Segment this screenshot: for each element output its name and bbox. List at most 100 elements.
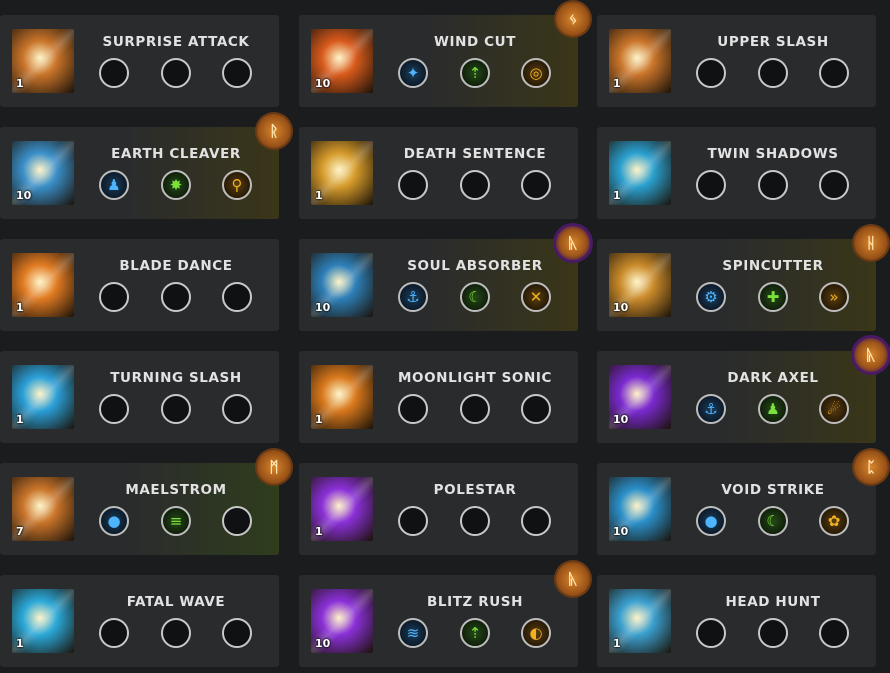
polestar-icon[interactable]: 1 <box>311 477 373 541</box>
tripod-glyph: ◐ <box>529 623 543 642</box>
fatal-wave-icon[interactable]: 1 <box>12 589 74 653</box>
skill-level: 10 <box>16 189 32 202</box>
skill-name: DARK AXEL <box>727 370 819 386</box>
tripod-empty-slot[interactable] <box>819 58 849 88</box>
tripod-empty-slot[interactable] <box>161 58 191 88</box>
skill-name: MOONLIGHT SONIC <box>397 370 553 386</box>
blitz-rush-icon[interactable]: 10 <box>311 589 373 653</box>
tripod-green-icon[interactable]: ☾ <box>758 506 788 536</box>
maelstrom-icon[interactable]: 7 <box>12 477 74 541</box>
tripod-gold-icon[interactable]: ☄ <box>819 394 849 424</box>
tripod-empty-slot[interactable] <box>222 58 252 88</box>
tripod-empty-slot[interactable] <box>819 618 849 648</box>
spincutter-icon[interactable]: 10 <box>609 253 671 317</box>
soul-absorber-icon[interactable]: 10 <box>311 253 373 317</box>
skill-level: 1 <box>315 413 323 426</box>
tripod-glyph: ⚲ <box>231 175 243 194</box>
tripod-gold-icon[interactable]: ⚲ <box>222 170 252 200</box>
rune-icon[interactable]: ᛗ <box>257 450 291 484</box>
tripod-empty-slot[interactable] <box>161 618 191 648</box>
tripod-green-icon[interactable]: ✚ <box>758 282 788 312</box>
rune-icon[interactable]: ᚺ <box>854 226 888 260</box>
skill-name: POLESTAR <box>433 482 517 498</box>
wind-cut-icon[interactable]: 10 <box>311 29 373 93</box>
tripod-green-icon[interactable]: ⇡ <box>460 58 490 88</box>
earth-cleaver-icon[interactable]: 10 <box>12 141 74 205</box>
twin-shadows-icon[interactable]: 1 <box>609 141 671 205</box>
tripod-empty-slot[interactable] <box>161 394 191 424</box>
tripod-blue-icon[interactable]: ⚓ <box>696 394 726 424</box>
tripod-blue-icon[interactable]: ♟ <box>99 170 129 200</box>
tripod-empty-slot[interactable] <box>222 618 252 648</box>
tripod-gold-icon[interactable]: ✕ <box>521 282 551 312</box>
tripod-empty-slot[interactable] <box>161 282 191 312</box>
surprise-attack-icon[interactable]: 1 <box>12 29 74 93</box>
tripod-empty-slot[interactable] <box>521 506 551 536</box>
tripod-gold-icon[interactable]: ◐ <box>521 618 551 648</box>
tripod-empty-slot[interactable] <box>99 394 129 424</box>
void-strike-icon[interactable]: 10 <box>609 477 671 541</box>
skill-card: 10 SOUL ABSORBER ⚓ ☾ ✕ ᚣ <box>299 226 590 331</box>
tripod-gold-icon[interactable]: ✿ <box>819 506 849 536</box>
tripod-empty-slot[interactable] <box>99 618 129 648</box>
tripod-empty-slot[interactable] <box>99 282 129 312</box>
tripod-green-icon[interactable]: ⇡ <box>460 618 490 648</box>
tripod-empty-slot[interactable] <box>819 170 849 200</box>
tripod-blue-icon[interactable]: ⚙ <box>696 282 726 312</box>
rune-icon[interactable]: ᚱ <box>257 114 291 148</box>
tripod-blue-icon[interactable]: ● <box>99 506 129 536</box>
tripod-empty-slot[interactable] <box>99 58 129 88</box>
tripod-empty-slot[interactable] <box>460 506 490 536</box>
tripod-gold-icon[interactable]: ◎ <box>521 58 551 88</box>
rune-icon[interactable]: ᛈ <box>854 450 888 484</box>
rune-icon[interactable]: ᚣ <box>556 226 590 260</box>
blade-dance-icon[interactable]: 1 <box>12 253 74 317</box>
tripod-empty-slot[interactable] <box>460 170 490 200</box>
skill-level: 1 <box>16 77 24 90</box>
tripod-empty-slot[interactable] <box>758 58 788 88</box>
tripod-blue-icon[interactable]: ≋ <box>398 618 428 648</box>
tripod-empty-slot[interactable] <box>758 170 788 200</box>
rune-icon[interactable]: ᚣ <box>556 562 590 596</box>
tripod-green-icon[interactable]: ≡ <box>161 506 191 536</box>
tripod-empty-slot[interactable] <box>696 58 726 88</box>
tripod-empty-slot[interactable] <box>398 170 428 200</box>
upper-slash-icon[interactable]: 1 <box>609 29 671 93</box>
tripod-empty-slot[interactable] <box>696 618 726 648</box>
tripod-glyph: ⇡ <box>468 623 482 642</box>
death-sentence-icon[interactable]: 1 <box>311 141 373 205</box>
tripod-green-icon[interactable]: ♟ <box>758 394 788 424</box>
skill-card: 1 HEAD HUNT <box>597 575 876 667</box>
tripod-glyph: ♟ <box>766 399 780 418</box>
skill-card: 1 MOONLIGHT SONIC <box>299 351 578 443</box>
tripod-blue-icon[interactable]: ✦ <box>398 58 428 88</box>
tripod-empty-slot[interactable] <box>521 170 551 200</box>
tripod-empty-slot[interactable] <box>398 394 428 424</box>
tripod-empty-slot[interactable] <box>521 394 551 424</box>
rune-icon[interactable]: ᚣ <box>854 338 888 372</box>
skill-card: 7 MAELSTROM ● ≡ ᛗ <box>0 450 291 555</box>
tripod-empty-slot[interactable] <box>696 170 726 200</box>
tripod-gold-icon[interactable]: » <box>819 282 849 312</box>
tripod-empty-slot[interactable] <box>222 506 252 536</box>
turning-slash-icon[interactable]: 1 <box>12 365 74 429</box>
tripod-blue-icon[interactable]: ⚓ <box>398 282 428 312</box>
tripod-empty-slot[interactable] <box>222 394 252 424</box>
tripod-empty-slot[interactable] <box>460 394 490 424</box>
skill-name: UPPER SLASH <box>717 34 829 50</box>
tripod-blue-icon[interactable]: ● <box>696 506 726 536</box>
tripod-green-icon[interactable]: ✸ <box>161 170 191 200</box>
head-hunt-icon[interactable]: 1 <box>609 589 671 653</box>
skill-card: 1 TURNING SLASH <box>0 351 279 443</box>
skill-name: BLITZ RUSH <box>427 594 523 610</box>
tripod-empty-slot[interactable] <box>398 506 428 536</box>
tripod-empty-slot[interactable] <box>222 282 252 312</box>
skill-level: 10 <box>315 301 331 314</box>
dark-axel-icon[interactable]: 10 <box>609 365 671 429</box>
tripod-green-icon[interactable]: ☾ <box>460 282 490 312</box>
skill-level: 1 <box>16 637 24 650</box>
moonlight-sonic-icon[interactable]: 1 <box>311 365 373 429</box>
tripod-empty-slot[interactable] <box>758 618 788 648</box>
rune-icon[interactable]: ᛃ <box>556 2 590 36</box>
skill-level: 1 <box>613 189 621 202</box>
